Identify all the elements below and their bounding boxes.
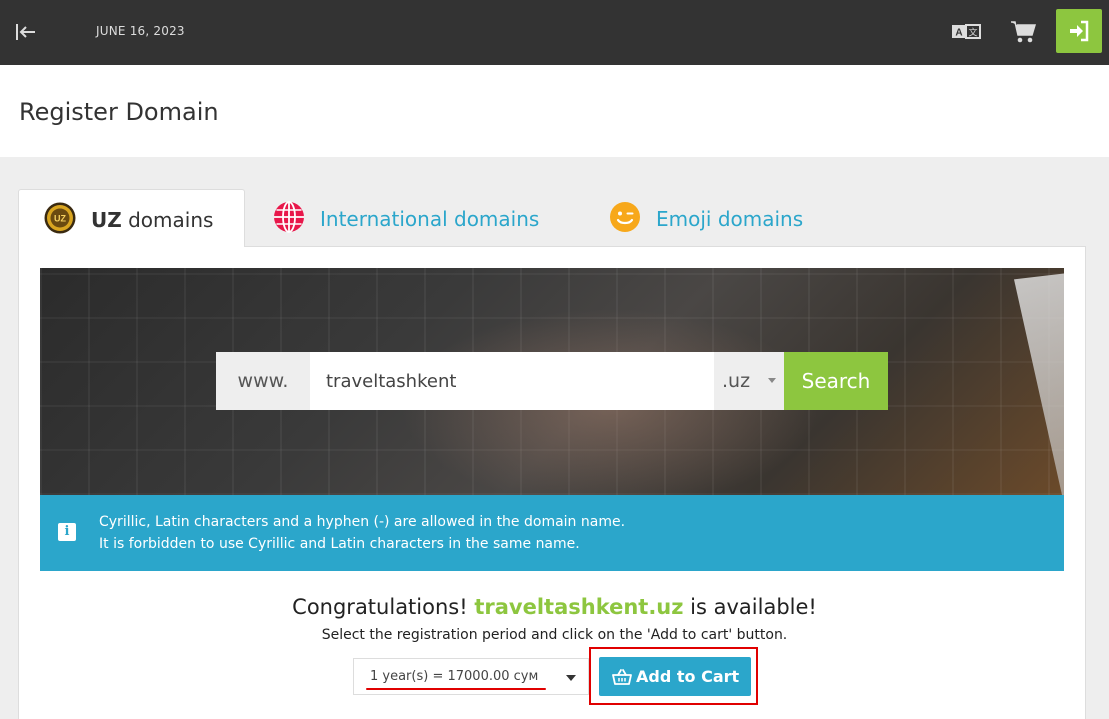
availability-message: Congratulations! traveltashkent.uz is av… [0,595,1109,619]
svg-text:文: 文 [968,27,977,38]
tld-select[interactable]: .uz [714,352,784,410]
period-selected: 1 year(s) = 17000.00 сум [370,669,539,684]
login-button[interactable] [1056,9,1102,53]
basket-icon [612,669,632,685]
tab-international-label: International domains [320,207,540,231]
globe-icon [273,201,305,233]
info-text-line1: Cyrillic, Latin characters and a hyphen … [99,514,626,530]
svg-text:UZ: UZ [54,214,66,224]
cart-icon[interactable] [1009,18,1037,46]
page-title: Register Domain [19,98,219,126]
available-domain: traveltashkent.uz [474,595,684,619]
tab-emoji-domains[interactable]: Emoji domains [592,189,842,246]
tld-selected: .uz [722,370,751,392]
domain-input[interactable] [310,352,714,410]
tab-uz-domains[interactable]: UZ UZ domains [18,189,245,247]
available-text: is available! [690,595,817,619]
svg-text:A: A [955,28,962,39]
translate-icon[interactable]: A文 [951,20,981,44]
top-bar: JUNE 16, 2023 A文 [0,0,1109,65]
www-prefix: www. [216,352,310,410]
info-alert: i Cyrillic, Latin characters and a hyphe… [40,495,1064,571]
add-to-cart-label: Add to Cart [636,667,740,686]
caret-down-icon [768,378,776,383]
page-header: Register Domain [0,65,1109,157]
info-text-line2: It is forbidden to use Cyrillic and Lati… [99,536,580,552]
domain-search-group: www. .uz Search [216,352,888,410]
registration-period-select[interactable]: 1 year(s) = 17000.00 сум [353,658,589,695]
collapse-sidebar-icon[interactable] [14,20,38,44]
tab-uz-label: UZ domains [91,208,214,232]
tab-international-domains[interactable]: International domains [256,189,576,246]
info-icon: i [58,523,76,541]
uz-coin-icon: UZ [44,202,76,234]
login-icon [1070,20,1089,42]
add-to-cart-button[interactable]: Add to Cart [599,657,751,696]
congrats-text: Congratulations! [292,595,468,619]
search-button[interactable]: Search [784,352,888,410]
tab-emoji-label: Emoji domains [656,207,804,231]
instruction-text: Select the registration period and click… [321,627,788,643]
smiley-icon [609,201,641,233]
red-underline-annotation [366,688,546,690]
current-date: JUNE 16, 2023 [96,24,185,38]
caret-down-icon [566,675,576,681]
